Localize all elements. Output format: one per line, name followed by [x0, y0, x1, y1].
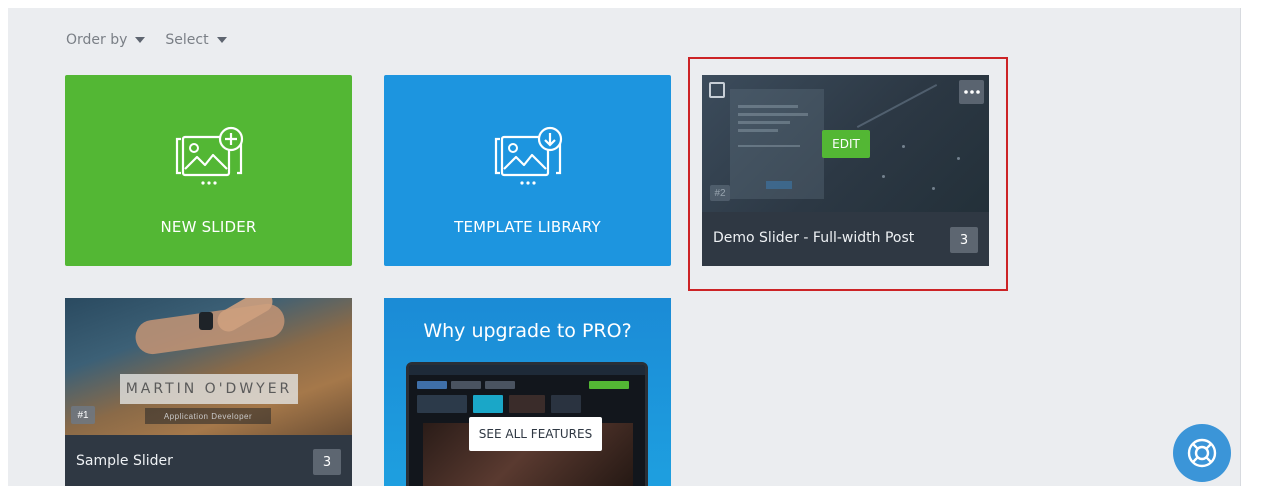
- preview-name: MARTIN O'DWYER: [120, 374, 298, 404]
- demo-slider-footer: Demo Slider - Full-width Post 3: [702, 212, 989, 266]
- more-dots-icon: [963, 90, 980, 94]
- template-library-tile[interactable]: TEMPLATE LIBRARY: [384, 75, 671, 266]
- slider-dashboard: Order by Select NEW SLIDER TEMPLATE LIBR…: [8, 8, 1240, 486]
- select-dropdown[interactable]: Select: [165, 32, 227, 48]
- select-checkbox[interactable]: [709, 82, 725, 98]
- caret-down-icon: [135, 37, 146, 43]
- panel-divider: [1240, 8, 1241, 486]
- see-all-features-button[interactable]: SEE ALL FEATURES: [469, 417, 602, 451]
- lifebuoy-icon: [1187, 438, 1217, 468]
- edit-button[interactable]: EDIT: [822, 130, 870, 158]
- sample-slider-title[interactable]: Sample Slider: [76, 453, 173, 469]
- slide-count-badge: 3: [313, 449, 341, 475]
- demo-slider-card[interactable]: EDIT #2 Demo Slider - Full-width Post 3: [702, 75, 989, 266]
- demo-slider-title[interactable]: Demo Slider - Full-width Post: [713, 230, 914, 246]
- watch-graphic: [199, 312, 213, 330]
- order-by-label: Order by: [66, 32, 128, 48]
- order-by-dropdown[interactable]: Order by: [66, 32, 146, 48]
- slide-count-badge: 3: [950, 227, 978, 253]
- template-library-label: TEMPLATE LIBRARY: [454, 218, 601, 236]
- new-slider-label: NEW SLIDER: [160, 218, 257, 236]
- sample-slider-footer: Sample Slider 3: [65, 435, 352, 486]
- upgrade-pro-card: Why upgrade to PRO? SEE ALL FEATURES: [384, 298, 671, 486]
- image-add-icon: [175, 126, 243, 185]
- preview-text-panel: [730, 89, 824, 199]
- image-download-icon: [494, 126, 562, 185]
- filter-bar: Order by Select: [66, 32, 227, 48]
- slider-id-badge: #2: [710, 185, 730, 201]
- select-label: Select: [165, 32, 209, 48]
- sample-slider-card[interactable]: MARTIN O'DWYER Application Developer #1 …: [65, 298, 352, 486]
- demo-slider-preview[interactable]: EDIT #2: [702, 75, 989, 212]
- sample-slider-preview[interactable]: MARTIN O'DWYER Application Developer #1: [65, 298, 352, 435]
- slider-id-badge: #1: [71, 406, 95, 424]
- caret-down-icon: [216, 37, 227, 43]
- new-slider-tile[interactable]: NEW SLIDER: [65, 75, 352, 266]
- upgrade-title: Why upgrade to PRO?: [423, 320, 632, 342]
- preview-role: Application Developer: [145, 408, 271, 424]
- help-button[interactable]: [1173, 424, 1231, 482]
- more-options-button[interactable]: [959, 80, 984, 104]
